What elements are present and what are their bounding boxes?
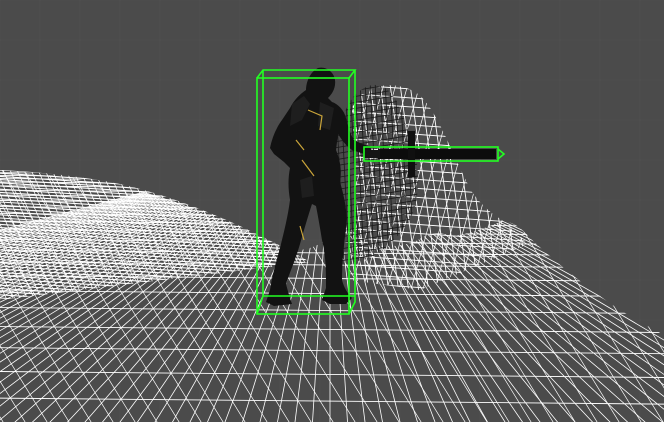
3d-viewport[interactable] bbox=[0, 0, 664, 422]
scene-canvas[interactable] bbox=[0, 0, 664, 422]
